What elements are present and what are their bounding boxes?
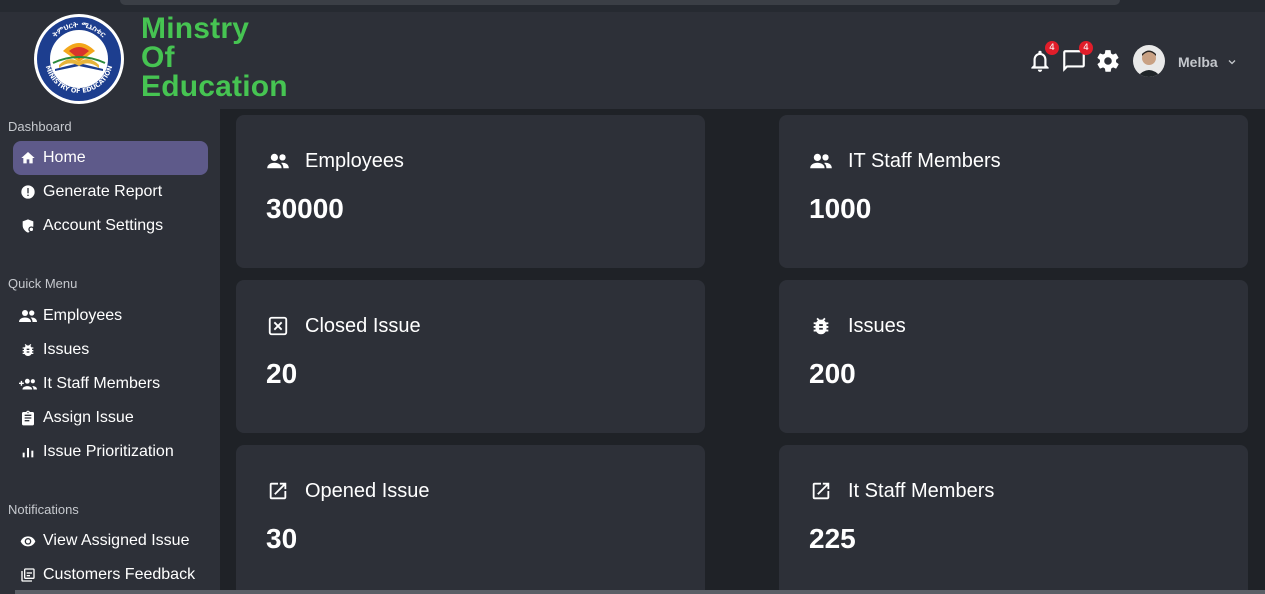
card-title: Employees [305, 149, 404, 172]
brand-line-2: Of [141, 41, 175, 74]
messages-badge: 4 [1079, 41, 1093, 55]
sidebar-item-label: View Assigned Issue [43, 532, 190, 549]
brand-line-3: Education [141, 70, 288, 103]
sidebar-item-employees[interactable]: Employees [13, 299, 208, 333]
stat-card-closed-issue[interactable]: Closed Issue 20 [236, 280, 705, 433]
people-icon [809, 149, 833, 173]
bar-chart-icon [19, 443, 37, 461]
sidebar-item-home[interactable]: Home [13, 141, 208, 175]
library-icon [19, 566, 37, 584]
messages-button[interactable]: 4 [1061, 41, 1093, 74]
sidebar-section-notifications: Notifications [8, 502, 79, 517]
card-value: 30000 [266, 193, 344, 224]
card-title: IT Staff Members [848, 149, 1001, 172]
horizontal-scrollbar[interactable] [15, 590, 1265, 594]
sidebar-item-assign-issue[interactable]: Assign Issue [13, 401, 208, 435]
sidebar-item-issues[interactable]: Issues [13, 333, 208, 367]
stat-card-employees[interactable]: Employees 30000 [236, 115, 705, 268]
sidebar-item-it-staff-members[interactable]: It Staff Members [13, 367, 208, 401]
gear-icon [1097, 50, 1119, 72]
clipboard-icon [19, 409, 37, 427]
sidebar-item-label: Home [43, 149, 86, 166]
bug-icon [19, 341, 37, 359]
shield-gear-icon [19, 217, 37, 235]
avatar[interactable] [1133, 45, 1165, 77]
browser-top-strip [0, 0, 1265, 12]
open-in-new-icon [809, 479, 833, 503]
chevron-down-icon[interactable] [1227, 57, 1237, 67]
stat-card-opened-issue[interactable]: Opened Issue 30 [236, 445, 705, 594]
sidebar-item-label: Account Settings [43, 217, 164, 234]
card-title: Issues [848, 314, 906, 337]
sidebar-item-customers-feedback[interactable]: Customers Feedback [13, 558, 208, 592]
ministry-logo[interactable]: ትምህርት ሚኒስቴር MINISTRY OF EDUCATION [33, 13, 125, 105]
group-add-icon [19, 375, 37, 393]
stat-card-it-staff-members-2[interactable]: It Staff Members 225 [779, 445, 1248, 594]
card-value: 1000 [809, 193, 872, 224]
sidebar-section-quick-menu: Quick Menu [8, 276, 78, 291]
sidebar-item-label: Generate Report [43, 183, 163, 200]
card-value: 30 [266, 523, 298, 554]
card-value: 225 [809, 523, 856, 554]
user-name[interactable]: Melba [1178, 54, 1218, 70]
close-box-icon [266, 314, 290, 338]
stat-card-issues[interactable]: Issues 200 [779, 280, 1248, 433]
brand-title: Minstry Of Education [141, 12, 288, 103]
sidebar-section-dashboard: Dashboard [8, 119, 72, 134]
user-avatar-icon [1133, 45, 1165, 77]
home-icon [19, 149, 37, 167]
sidebar-item-label: It Staff Members [43, 375, 161, 392]
notifications-button[interactable]: 4 [1027, 41, 1059, 74]
eye-icon [19, 532, 37, 550]
card-value: 200 [809, 358, 856, 389]
settings-button[interactable] [1095, 48, 1121, 74]
sidebar-item-label: Assign Issue [43, 409, 134, 426]
open-in-new-icon [266, 479, 290, 503]
card-value: 20 [266, 358, 298, 389]
stat-card-it-staff-members[interactable]: IT Staff Members 1000 [779, 115, 1248, 268]
sidebar-item-account-settings[interactable]: Account Settings [13, 209, 208, 243]
notifications-badge: 4 [1045, 41, 1059, 55]
sidebar: Dashboard Home Generate Report Account S… [0, 109, 220, 594]
browser-address-bar [120, 0, 1120, 5]
brand-line-1: Minstry [141, 12, 250, 45]
people-icon [19, 307, 37, 325]
sidebar-item-issue-prioritization[interactable]: Issue Prioritization [13, 435, 208, 469]
card-title: It Staff Members [848, 479, 995, 502]
sidebar-item-label: Customers Feedback [43, 566, 196, 583]
sidebar-item-label: Issue Prioritization [43, 443, 174, 460]
bug-icon [809, 314, 833, 338]
sidebar-item-view-assigned-issue[interactable]: View Assigned Issue [13, 524, 208, 558]
sidebar-item-label: Employees [43, 307, 123, 324]
people-icon [266, 149, 290, 173]
alert-circle-icon [19, 183, 37, 201]
top-bar: ትምህርት ሚኒስቴር MINISTRY OF EDUCATION Minstr… [0, 12, 1265, 109]
sidebar-item-generate-report[interactable]: Generate Report [13, 175, 208, 209]
sidebar-item-label: Issues [43, 341, 90, 358]
card-title: Opened Issue [305, 479, 430, 502]
card-title: Closed Issue [305, 314, 421, 337]
